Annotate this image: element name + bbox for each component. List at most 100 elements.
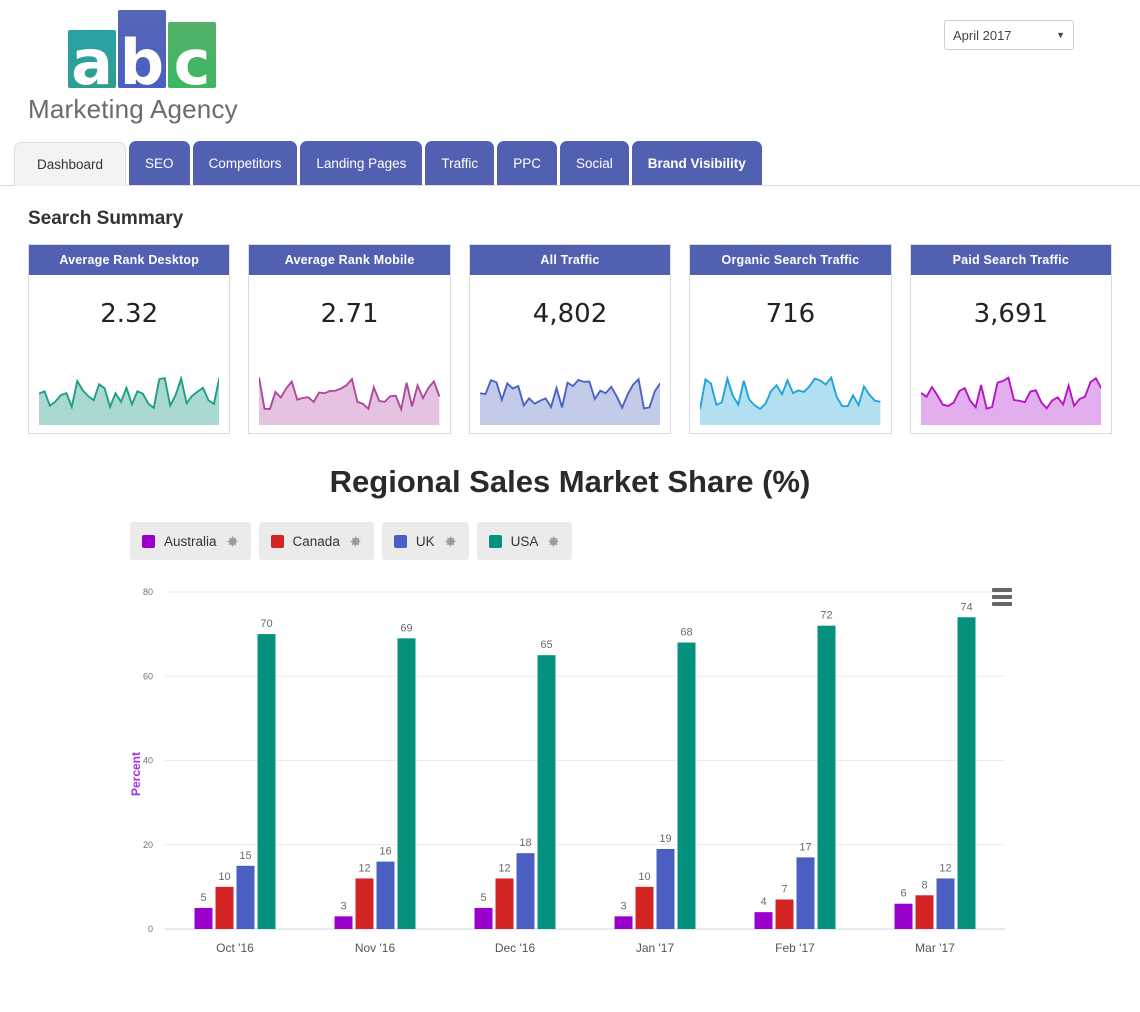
bar-canada-3[interactable] [636, 887, 654, 929]
legend-color-swatch [394, 535, 407, 548]
legend-label: Canada [293, 534, 340, 549]
x-axis-tick-label: Nov '16 [355, 941, 396, 955]
logo-letter-b: b [118, 32, 166, 94]
y-axis-tick-label: 80 [143, 587, 153, 597]
y-axis-tick-label: 0 [148, 924, 153, 934]
summary-card[interactable]: Paid Search Traffic3,691 [910, 244, 1112, 434]
bar-data-label: 70 [260, 618, 272, 630]
legend-item-australia[interactable]: Australia [130, 522, 251, 560]
bar-chart: 020406080Percent5101570Oct '163121669Nov… [0, 574, 1140, 974]
summary-card-value: 3,691 [911, 275, 1111, 329]
bar-data-label: 10 [638, 871, 650, 883]
period-select[interactable]: April 2017 ▼ [944, 20, 1074, 50]
tab-dashboard[interactable]: Dashboard [14, 142, 126, 186]
bar-usa-1[interactable] [398, 638, 416, 929]
bar-data-label: 4 [760, 896, 766, 908]
summary-card-title: All Traffic [470, 245, 670, 275]
gear-icon[interactable] [547, 535, 560, 548]
summary-card-title: Average Rank Desktop [29, 245, 229, 275]
bar-data-label: 15 [239, 850, 251, 862]
summary-card[interactable]: Organic Search Traffic716 [689, 244, 891, 434]
bar-australia-4[interactable] [755, 912, 773, 929]
bar-data-label: 12 [939, 862, 951, 874]
bar-canada-0[interactable] [216, 887, 234, 929]
summary-card[interactable]: All Traffic4,802 [469, 244, 671, 434]
bar-data-label: 8 [921, 879, 927, 891]
bar-uk-3[interactable] [657, 849, 675, 929]
bar-australia-1[interactable] [335, 916, 353, 929]
summary-card-sparkline [249, 373, 449, 433]
tab-competitors[interactable]: Competitors [193, 141, 298, 185]
bar-canada-5[interactable] [916, 895, 934, 929]
tab-label: Competitors [209, 156, 282, 171]
summary-card[interactable]: Average Rank Mobile2.71 [248, 244, 450, 434]
tab-label: PPC [513, 156, 541, 171]
bar-chart-canvas: 020406080Percent5101570Oct '163121669Nov… [0, 574, 1140, 969]
gear-icon[interactable] [226, 535, 239, 548]
bar-data-label: 10 [218, 871, 230, 883]
tab-seo[interactable]: SEO [129, 141, 190, 185]
bar-data-label: 3 [620, 900, 626, 912]
bar-data-label: 74 [960, 601, 972, 613]
search-summary-title: Search Summary [28, 208, 1140, 230]
bar-usa-5[interactable] [958, 617, 976, 929]
bar-canada-4[interactable] [776, 900, 794, 929]
tab-label: Brand Visibility [648, 156, 746, 171]
chart-legend: Australia Canada UK USA [0, 522, 1140, 560]
legend-item-usa[interactable]: USA [477, 522, 573, 560]
bar-canada-2[interactable] [496, 878, 514, 929]
gear-icon[interactable] [444, 535, 457, 548]
legend-item-canada[interactable]: Canada [259, 522, 374, 560]
main-tabs: Dashboard SEO Competitors Landing Pages … [0, 138, 1140, 186]
tab-traffic[interactable]: Traffic [425, 141, 494, 185]
bar-data-label: 12 [498, 862, 510, 874]
bar-usa-3[interactable] [678, 643, 696, 929]
bar-australia-2[interactable] [475, 908, 493, 929]
summary-card-sparkline [690, 373, 890, 433]
summary-card-value: 2.32 [29, 275, 229, 329]
legend-color-swatch [142, 535, 155, 548]
logo-block-c: c [168, 22, 216, 88]
summary-card-list: Average Rank Desktop2.32Average Rank Mob… [0, 244, 1140, 434]
x-axis-tick-label: Oct '16 [216, 941, 254, 955]
bar-data-label: 72 [820, 610, 832, 622]
bar-uk-4[interactable] [797, 857, 815, 929]
bar-data-label: 18 [519, 837, 531, 849]
tab-label: SEO [145, 156, 174, 171]
tab-ppc[interactable]: PPC [497, 141, 557, 185]
summary-card-title: Paid Search Traffic [911, 245, 1111, 275]
tab-landing-pages[interactable]: Landing Pages [300, 141, 422, 185]
bar-data-label: 65 [540, 639, 552, 651]
bar-usa-4[interactable] [818, 626, 836, 929]
legend-color-swatch [489, 535, 502, 548]
bar-data-label: 5 [200, 892, 206, 904]
legend-label: UK [416, 534, 435, 549]
bar-uk-2[interactable] [517, 853, 535, 929]
bar-uk-5[interactable] [937, 878, 955, 929]
logo-block-a: a [68, 30, 116, 88]
brand-logo[interactable]: a b c Marketing Agency [28, 8, 258, 125]
bar-data-label: 12 [358, 862, 370, 874]
y-axis-tick-label: 60 [143, 671, 153, 681]
bar-australia-3[interactable] [615, 916, 633, 929]
tab-brand-visibility[interactable]: Brand Visibility [632, 141, 762, 185]
bar-uk-1[interactable] [377, 862, 395, 929]
hamburger-menu-icon[interactable] [992, 588, 1012, 606]
summary-card-value: 4,802 [470, 275, 670, 329]
bar-usa-0[interactable] [258, 634, 276, 929]
bar-australia-5[interactable] [895, 904, 913, 929]
summary-card[interactable]: Average Rank Desktop2.32 [28, 244, 230, 434]
legend-item-uk[interactable]: UK [382, 522, 469, 560]
y-axis-title: Percent [129, 752, 143, 796]
bar-uk-0[interactable] [237, 866, 255, 929]
legend-label: USA [511, 534, 539, 549]
bar-canada-1[interactable] [356, 878, 374, 929]
summary-card-value: 2.71 [249, 275, 449, 329]
legend-label: Australia [164, 534, 217, 549]
gear-icon[interactable] [349, 535, 362, 548]
tab-social[interactable]: Social [560, 141, 629, 185]
tab-label: Dashboard [37, 157, 103, 172]
summary-card-value: 716 [690, 275, 890, 329]
bar-usa-2[interactable] [538, 655, 556, 929]
bar-australia-0[interactable] [195, 908, 213, 929]
